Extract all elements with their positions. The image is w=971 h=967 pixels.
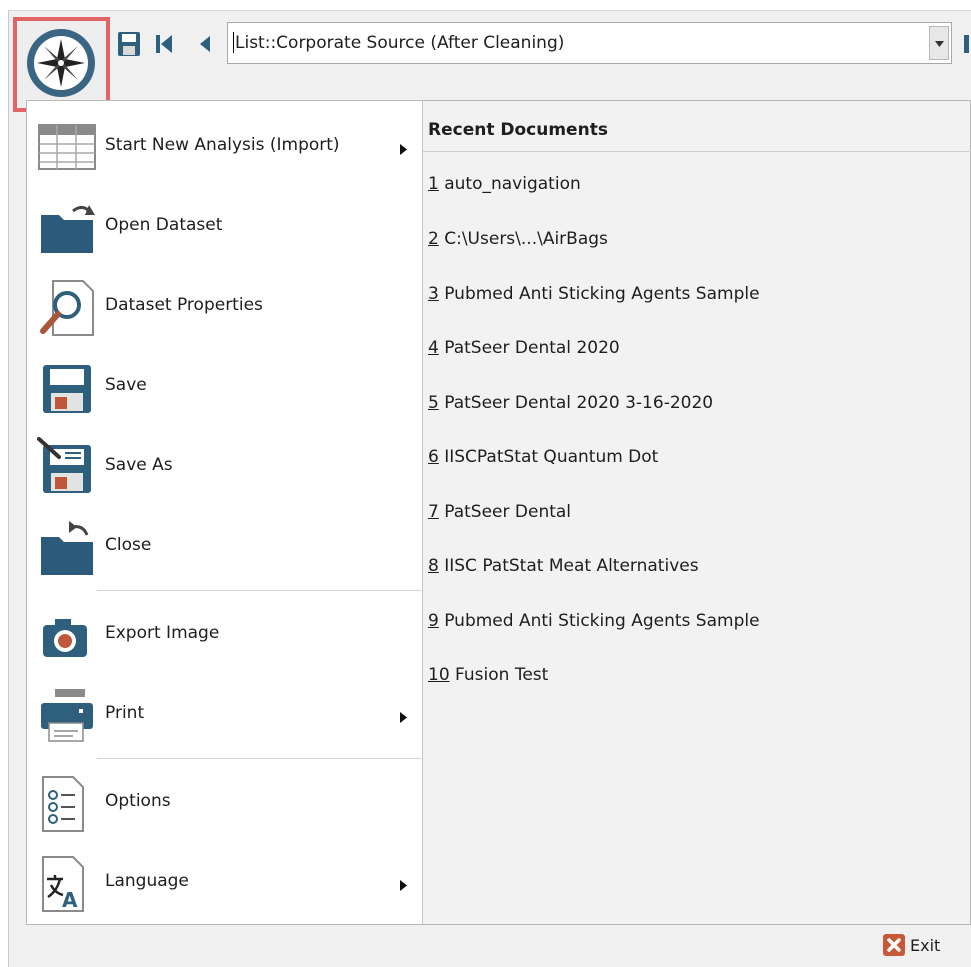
next-record-icon[interactable] bbox=[962, 33, 971, 55]
menu-item-close[interactable]: Close bbox=[27, 507, 421, 587]
recent-item-number: 8 bbox=[428, 556, 439, 576]
exit-button[interactable]: Exit bbox=[883, 932, 963, 960]
source-selector-value: List::Corporate Source (After Cleaning) bbox=[232, 32, 565, 53]
recent-document-item[interactable]: 2 C:\Users\...\AirBags bbox=[428, 229, 608, 249]
recent-document-item[interactable]: 6 IISCPatStat Quantum Dot bbox=[428, 447, 658, 467]
save-icon[interactable] bbox=[117, 31, 141, 57]
recent-item-name: PatSeer Dental 2020 bbox=[438, 338, 620, 358]
recent-document-item[interactable]: 9 Pubmed Anti Sticking Agents Sample bbox=[428, 611, 760, 631]
open-folder-icon bbox=[41, 205, 95, 253]
recent-document-item[interactable]: 4 PatSeer Dental 2020 bbox=[428, 338, 620, 358]
recent-document-item[interactable]: 10 Fusion Test bbox=[428, 665, 548, 685]
menu-item-options[interactable]: Options bbox=[27, 763, 421, 843]
file-menu-panel: Start New Analysis (Import) Open Dataset bbox=[26, 100, 971, 925]
submenu-arrow-icon bbox=[400, 880, 407, 891]
dropdown-arrow-icon bbox=[935, 41, 944, 47]
exit-icon bbox=[883, 934, 905, 956]
recent-item-number: 4 bbox=[428, 338, 439, 358]
recent-item-name: Fusion Test bbox=[449, 665, 549, 685]
recent-document-item[interactable]: 3 Pubmed Anti Sticking Agents Sample bbox=[428, 284, 760, 304]
menu-item-export-image[interactable]: Export Image bbox=[27, 595, 421, 675]
recent-item-number: 2 bbox=[428, 229, 439, 249]
table-icon bbox=[38, 124, 96, 170]
menu-item-label: Print bbox=[105, 703, 145, 723]
menu-item-label: Language bbox=[105, 871, 189, 891]
printer-icon bbox=[41, 689, 93, 742]
magnifier-document-icon bbox=[40, 280, 94, 336]
submenu-arrow-icon bbox=[400, 712, 407, 723]
recent-item-name: Pubmed Anti Sticking Agents Sample bbox=[438, 611, 760, 631]
recent-item-name: PatSeer Dental 2020 3-16-2020 bbox=[438, 393, 714, 413]
submenu-arrow-icon bbox=[400, 144, 407, 155]
camera-icon bbox=[43, 619, 87, 657]
recent-item-name: C:\Users\...\AirBags bbox=[438, 229, 608, 249]
recent-header-divider bbox=[423, 151, 971, 152]
menu-item-language[interactable]: A Language bbox=[27, 843, 421, 923]
recent-item-number: 9 bbox=[428, 611, 439, 631]
menu-item-label: Options bbox=[105, 791, 171, 811]
menu-item-label: Open Dataset bbox=[105, 215, 223, 235]
menu-commands-pane: Start New Analysis (Import) Open Dataset bbox=[27, 101, 422, 924]
menu-separator bbox=[97, 590, 422, 591]
first-record-icon[interactable] bbox=[152, 31, 176, 57]
menu-item-label: Export Image bbox=[105, 623, 220, 643]
menu-item-start-new-analysis[interactable]: Start New Analysis (Import) bbox=[27, 107, 421, 187]
menu-item-save[interactable]: Save bbox=[27, 347, 421, 427]
close-folder-icon bbox=[41, 521, 93, 575]
floppy-pen-icon bbox=[37, 437, 91, 493]
menu-item-label: Close bbox=[105, 535, 152, 555]
menu-item-dataset-properties[interactable]: Dataset Properties bbox=[27, 267, 421, 347]
source-selector-combo[interactable]: List::Corporate Source (After Cleaning) bbox=[227, 22, 952, 64]
menu-item-label: Save As bbox=[105, 455, 173, 475]
recent-document-item[interactable]: 8 IISC PatStat Meat Alternatives bbox=[428, 556, 699, 576]
recent-item-number: 3 bbox=[428, 284, 439, 304]
recent-item-name: IISC PatStat Meat Alternatives bbox=[438, 556, 699, 576]
menu-item-label: Dataset Properties bbox=[105, 295, 263, 315]
previous-record-icon[interactable] bbox=[197, 31, 213, 57]
recent-item-number: 1 bbox=[428, 174, 439, 194]
compass-icon bbox=[27, 29, 95, 97]
menu-separator bbox=[97, 758, 422, 759]
options-list-icon bbox=[42, 776, 84, 832]
recent-item-number: 5 bbox=[428, 393, 439, 413]
language-icon: A bbox=[42, 856, 84, 912]
menu-item-label: Start New Analysis (Import) bbox=[105, 135, 340, 155]
floppy-disk-icon bbox=[43, 365, 91, 413]
recent-document-item[interactable]: 5 PatSeer Dental 2020 3-16-2020 bbox=[428, 393, 713, 413]
recent-item-name: PatSeer Dental bbox=[438, 502, 572, 522]
exit-label: Exit bbox=[910, 936, 941, 955]
recent-documents-header: Recent Documents bbox=[428, 120, 608, 140]
recent-item-number: 10 bbox=[428, 665, 450, 685]
menu-item-print[interactable]: Print bbox=[27, 675, 421, 755]
menu-item-save-as[interactable]: Save As bbox=[27, 427, 421, 507]
application-menu-button[interactable] bbox=[13, 17, 110, 112]
recent-document-item[interactable]: 7 PatSeer Dental bbox=[428, 502, 571, 522]
menu-item-label: Save bbox=[105, 375, 147, 395]
recent-item-name: auto_navigation bbox=[438, 174, 581, 194]
recent-item-name: Pubmed Anti Sticking Agents Sample bbox=[438, 284, 760, 304]
recent-item-number: 6 bbox=[428, 447, 439, 467]
svg-text:A: A bbox=[62, 888, 78, 912]
menu-item-open-dataset[interactable]: Open Dataset bbox=[27, 187, 421, 267]
recent-document-item[interactable]: 1 auto_navigation bbox=[428, 174, 581, 194]
recent-item-number: 7 bbox=[428, 502, 439, 522]
application-window: List::Corporate Source (After Cleaning) bbox=[0, 0, 971, 967]
recent-item-name: IISCPatStat Quantum Dot bbox=[438, 447, 659, 467]
combo-dropdown-button[interactable] bbox=[929, 26, 949, 60]
recent-documents-pane: Recent Documents 1 auto_navigation 2 C:\… bbox=[423, 101, 971, 924]
